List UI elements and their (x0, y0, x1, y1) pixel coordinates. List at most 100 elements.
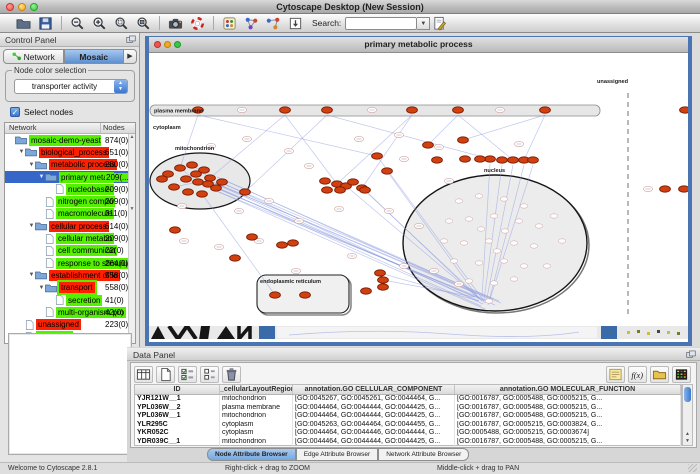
zoom-out-button[interactable] (68, 15, 86, 32)
zoom-selected-button[interactable] (112, 15, 130, 32)
network-layout-b-button[interactable] (264, 15, 282, 32)
zoom-window-button[interactable] (30, 3, 38, 11)
tree-row-cellular-metabo[interactable]: cellular metabo209(0) (5, 232, 135, 244)
tab-network-attribute-browser[interactable]: Network Attribute Browser (378, 448, 469, 461)
deselect-list-button[interactable] (200, 366, 219, 383)
float-panel-icon[interactable] (126, 35, 136, 44)
tree-row-transport[interactable]: ▼transport558(0) (5, 282, 135, 294)
tab-node-attribute-browser[interactable]: Node Attribute Browser (207, 448, 296, 461)
trash-button[interactable] (222, 366, 241, 383)
tree-row-macromolecule[interactable]: macromolecule311(0) (5, 208, 135, 220)
table-row[interactable]: YPL036W__1mitochondrion[GO:0044464, GO:0… (135, 412, 681, 421)
scrollbar-thumb[interactable] (684, 387, 691, 402)
table-row[interactable]: YLR295Ccytoplasm[GO:0045263, GO:0044464,… (135, 421, 681, 430)
tab-network[interactable]: Network (3, 49, 64, 64)
scroll-up-icon[interactable]: ▲ (683, 431, 692, 437)
vizmapper-button[interactable] (220, 15, 238, 32)
net-zoom-button[interactable] (174, 41, 181, 48)
birdseye-view-panel[interactable] (8, 333, 132, 455)
save-button[interactable] (36, 15, 54, 32)
net-close-button[interactable] (154, 41, 161, 48)
annotation-edit-button[interactable] (430, 15, 448, 32)
tree-col-network[interactable]: Network (5, 123, 101, 133)
tree-row-establishment-of-lo[interactable]: ▼establishment of lo558(0) (5, 269, 135, 281)
attribute-toolbar-left (134, 366, 244, 383)
gene-node (240, 189, 251, 195)
table-col-header[interactable]: annotation.GO CELLULAR_COMPONENT (293, 385, 455, 394)
attribute-table[interactable]: ID_cellularLayoutRegionannotation.GO CEL… (134, 384, 682, 446)
select-nodes-checkbox[interactable]: ✓ (10, 107, 20, 117)
tree-row-metabolic-process[interactable]: ▼metabolic process280(0) (5, 159, 135, 171)
table-col-header[interactable]: _cellularLayoutRegion (220, 385, 293, 394)
tree-row-biological-process[interactable]: ▼biological_process651(0) (5, 146, 135, 158)
table-row[interactable]: YDR039C__1mitochondrion[GO:0044464, GO:0… (135, 438, 681, 447)
tab-edge-attribute-browser[interactable]: Edge Attribute Browser (296, 448, 378, 461)
snapshot-camera-button[interactable] (166, 15, 184, 32)
zoom-fit-button[interactable] (134, 15, 152, 32)
network-layout-a-button[interactable] (242, 15, 260, 32)
network-graph[interactable]: plasma membranecytoplasmmitochondrionnuc… (149, 53, 688, 326)
table-row[interactable]: YJR121W__1mitochondrion[GO:0045267, GO:0… (135, 395, 681, 404)
table-cell: [GO:0044464, GO:0044444, GO:0044425, G..… (293, 404, 455, 413)
float-panel-icon[interactable] (686, 350, 696, 359)
scroll-down-icon[interactable]: ▼ (683, 438, 692, 444)
open-folder-2-button[interactable] (650, 366, 669, 383)
minimize-window-button[interactable] (18, 3, 26, 11)
tab-overflow-arrow[interactable]: ▶ (124, 49, 137, 64)
search-input[interactable] (345, 17, 417, 30)
open-folder-button[interactable] (14, 15, 32, 32)
tree-row-unassigned[interactable]: unassigned223(0) (5, 318, 135, 330)
gene-node (187, 162, 198, 168)
tree-row-cell-communicat[interactable]: cell communicat22(0) (5, 245, 135, 257)
tree-expand-icon[interactable]: ▼ (28, 162, 35, 168)
dropdown-stepper-icon[interactable]: ▲▼ (114, 80, 127, 93)
network-window[interactable]: primary metabolic process plasma membran… (145, 36, 692, 346)
tree-scrollbar[interactable]: ▲▼ (128, 134, 135, 343)
gene-node (378, 284, 389, 290)
network-window-titlebar[interactable]: primary metabolic process (149, 37, 688, 53)
new-document-button[interactable] (156, 366, 175, 383)
net-minimize-button[interactable] (164, 41, 171, 48)
network-canvas[interactable]: plasma membranecytoplasmmitochondrionnuc… (149, 53, 688, 326)
matrix-button[interactable] (672, 366, 691, 383)
zoom-in-button[interactable] (90, 15, 108, 32)
resize-grip[interactable] (688, 464, 697, 472)
tree-row-primary-metab[interactable]: ▼primary metab209(... (5, 171, 135, 183)
tree-row-secretion[interactable]: secretion41(0) (5, 294, 135, 306)
node-color-selection-group: Node color selection transporter activit… (5, 70, 135, 102)
tab-mosaic[interactable]: Mosaic (64, 49, 125, 64)
table-row[interactable]: YPL036W__2plasma membrane[GO:0044464, GO… (135, 404, 681, 413)
data-panel-header: Data Panel (127, 348, 700, 361)
notes-button[interactable] (606, 366, 625, 383)
tree-expand-icon[interactable]: ▼ (38, 285, 45, 291)
node-color-dropdown[interactable]: transporter activity ▲▼ (14, 79, 128, 94)
formula-button[interactable]: f(x) (628, 366, 647, 383)
tree-row-node-count: 280(0) (105, 160, 128, 169)
help-lifesaver-button[interactable] (188, 15, 206, 32)
select-checklist-button[interactable] (178, 366, 197, 383)
tree-row-cellular-process[interactable]: ▼cellular process614(0) (5, 220, 135, 232)
search-dropdown-arrow-icon[interactable]: ▼ (417, 17, 430, 30)
tree-row-mosaic-demo-yeast[interactable]: mosaic-demo-yeast874(0) (5, 134, 135, 146)
gene-node (497, 157, 508, 163)
nucleus-node (543, 264, 551, 268)
import-network-button[interactable] (286, 15, 304, 32)
tree-expand-icon[interactable]: ▼ (18, 149, 25, 155)
tree-row-multi-organism-pro[interactable]: multi-organism pro42(0) (5, 306, 135, 318)
tree-row-node-count: 209(0) (105, 185, 128, 194)
tree-expand-icon[interactable]: ▼ (28, 272, 35, 278)
tree-expand-icon[interactable]: ▼ (28, 223, 35, 229)
table-scrollbar[interactable]: ▲ ▼ (682, 384, 693, 446)
tree-expand-icon[interactable]: ▼ (38, 174, 45, 180)
tree-row-response-to-stimulu[interactable]: response to stimulu264(0) (5, 257, 135, 269)
table-col-header[interactable]: annotation.GO MOLECULAR_FUNCTION (455, 385, 681, 394)
app-titlebar: Cytoscape Desktop (New Session) (0, 0, 700, 14)
column-grid-button[interactable] (134, 366, 153, 383)
table-col-header[interactable]: ID (135, 385, 220, 394)
table-row[interactable]: YKR052Ccytoplasm[GO:0044464, GO:0044446,… (135, 429, 681, 438)
close-window-button[interactable] (6, 3, 14, 11)
tree-col-nodes[interactable]: Nodes (101, 123, 135, 133)
status-zoom-hint: Right-click + drag to ZOOM (225, 465, 310, 472)
tree-row-nitrogen-compo[interactable]: nitrogen compo209(0) (5, 195, 135, 207)
tree-row-nucleobase-[interactable]: nucleobase-209(0) (5, 183, 135, 195)
